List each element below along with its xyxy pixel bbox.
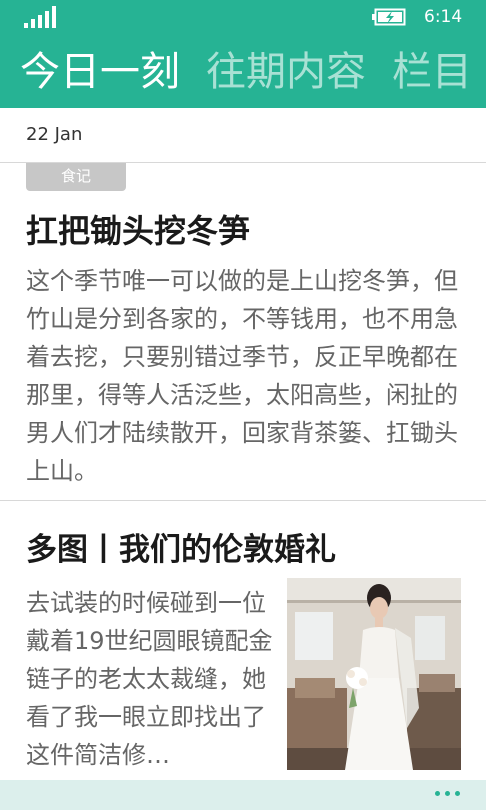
date-label: 22 Jan <box>26 124 83 145</box>
signal-icon <box>24 6 56 28</box>
pivot-tabs: 今日一刻 往期内容 栏目 <box>20 40 486 104</box>
article-excerpt-2[interactable]: 去试装的时候碰到一位戴着19世纪圆眼镜配金链子的老太太裁缝，她看了我一眼立即找出… <box>26 584 278 774</box>
article-thumbnail[interactable] <box>287 578 461 770</box>
tab-today[interactable]: 今日一刻 <box>20 49 180 95</box>
article-title-2[interactable]: 多图丨我们的伦敦婚礼 <box>26 524 336 569</box>
category-tag[interactable]: 食记 <box>26 163 126 191</box>
status-time: 6:14 <box>424 7 463 27</box>
app-bar <box>0 780 486 810</box>
status-bar: 6:14 <box>0 0 486 34</box>
app-header: 6:14 今日一刻 往期内容 栏目 <box>0 0 486 108</box>
more-dots-icon[interactable] <box>430 791 460 796</box>
tab-archive[interactable]: 往期内容 <box>206 49 366 95</box>
battery-charging-icon <box>372 8 406 26</box>
date-bar: 22 Jan <box>0 108 486 163</box>
tab-columns[interactable]: 栏目 <box>392 49 472 95</box>
divider <box>0 500 486 501</box>
article-title[interactable]: 扛把锄头挖冬笋 <box>26 206 250 252</box>
article-excerpt[interactable]: 这个季节唯一可以做的是上山挖冬笋，但竹山是分到各家的，不等钱用，也不用急着去挖，… <box>26 262 464 490</box>
